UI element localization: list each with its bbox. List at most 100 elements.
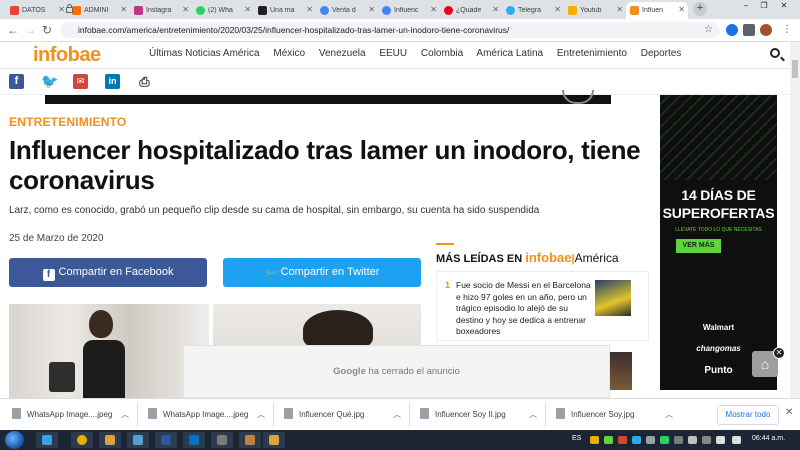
browser-tab[interactable]: (2) Wha ✕	[192, 2, 254, 19]
nav-link[interactable]: México	[273, 48, 305, 59]
browser-tab[interactable]: DATOS ✕	[6, 2, 68, 19]
chevron-up-icon[interactable]: ︿	[121, 404, 129, 426]
network-icon[interactable]	[716, 436, 725, 444]
search-icon[interactable]	[770, 48, 780, 58]
nav-link[interactable]: Últimas Noticias América	[149, 48, 260, 59]
clock[interactable]: 06:44 a.m.	[752, 435, 785, 442]
url-field[interactable]: infobae.com/america/entretenimiento/2020…	[60, 22, 720, 38]
close-window-button[interactable]: ✕	[776, 0, 792, 19]
tray-icon[interactable]	[604, 436, 613, 444]
media-icon[interactable]	[127, 432, 149, 448]
close-icon[interactable]: ✕	[773, 347, 785, 359]
tray-icon[interactable]	[618, 436, 627, 444]
minimize-button[interactable]: –	[738, 0, 754, 19]
nav-link[interactable]: Deportes	[641, 48, 682, 59]
start-button[interactable]	[5, 431, 24, 449]
share-facebook-button[interactable]: f Compartir en Facebook	[9, 258, 207, 287]
thumbnail-image[interactable]	[595, 280, 631, 316]
accent-rule	[436, 243, 454, 245]
section-label[interactable]: ENTRETENIMIENTO	[9, 115, 126, 129]
download-item[interactable]: Influencer Qué.jpg	[284, 404, 364, 426]
close-icon[interactable]: ✕	[554, 5, 561, 14]
browser-tab[interactable]: Instagra ✕	[130, 2, 192, 19]
close-icon[interactable]: ✕	[785, 407, 793, 418]
browser-tab[interactable]: Telegra ✕	[502, 2, 564, 19]
twitter-icon[interactable]: 🐦	[41, 74, 58, 89]
print-icon[interactable]: ⎙	[137, 74, 152, 89]
download-item[interactable]: Influencer Soy II.jpg	[420, 404, 506, 426]
close-icon[interactable]: ✕	[492, 5, 499, 14]
tray-icon[interactable]	[688, 436, 697, 444]
close-icon[interactable]: ✕	[120, 5, 127, 14]
tray-icon[interactable]	[674, 436, 683, 444]
close-icon[interactable]: ✕	[616, 5, 623, 14]
chrome-icon[interactable]	[71, 432, 93, 448]
maximize-button[interactable]: ❐	[756, 0, 772, 19]
extension-icon[interactable]	[726, 24, 738, 36]
ad-cta-button[interactable]: VER MÁS	[676, 239, 721, 253]
tray-icon[interactable]	[646, 436, 655, 444]
nav-link[interactable]: Colombia	[421, 48, 463, 59]
new-tab-button[interactable]: +	[693, 2, 707, 16]
thumbnail-image[interactable]	[608, 352, 632, 390]
close-icon[interactable]: ✕	[182, 5, 189, 14]
browser-tab[interactable]: ADMINI ✕	[68, 2, 130, 19]
tray-icon[interactable]	[590, 436, 599, 444]
tray-icon[interactable]	[660, 436, 669, 444]
close-icon[interactable]: ✕	[430, 5, 437, 14]
scrollbar[interactable]	[790, 42, 800, 398]
browser-tab[interactable]: Venta d ✕	[316, 2, 378, 19]
nav-link[interactable]: América Latina	[476, 48, 543, 59]
chevron-up-icon[interactable]: ︿	[529, 404, 537, 426]
menu-icon[interactable]: ⋮	[782, 23, 792, 37]
star-icon[interactable]: ☆	[704, 23, 713, 37]
dispenser-shape	[49, 362, 75, 392]
top-ad-banner[interactable]	[45, 95, 611, 104]
volume-icon[interactable]	[732, 436, 741, 444]
download-item[interactable]: WhatsApp Image....jpeg	[12, 404, 112, 426]
share-twitter-button[interactable]: 🐦 Compartir en Twitter	[223, 258, 421, 287]
app-icon[interactable]	[211, 432, 233, 448]
tray-icon[interactable]	[632, 436, 641, 444]
avatar[interactable]	[760, 24, 772, 36]
chevron-up-icon[interactable]: ︿	[393, 404, 401, 426]
puzzle-icon[interactable]	[743, 24, 755, 36]
close-icon[interactable]: ✕	[678, 5, 685, 14]
most-read-headline[interactable]: Fue socio de Messi en el Barcelona e hiz…	[456, 280, 591, 338]
whatsapp-icon	[196, 6, 205, 15]
linkedin-icon[interactable]: in	[105, 74, 120, 89]
close-icon[interactable]: ✕	[306, 5, 313, 14]
nav-link[interactable]: EEUU	[379, 48, 407, 59]
nav-link[interactable]: Entretenimiento	[557, 48, 627, 59]
nav-link[interactable]: Venezuela	[319, 48, 366, 59]
scrollbar-thumb[interactable]	[792, 60, 798, 78]
download-item[interactable]: Influencer Soy.jpg	[556, 404, 634, 426]
article-image[interactable]	[9, 304, 209, 400]
browser-tab[interactable]: Influenc ✕	[378, 2, 440, 19]
browser-tab-active[interactable]: Influen ✕	[626, 2, 688, 19]
close-icon[interactable]: ✕	[368, 5, 375, 14]
language-indicator[interactable]: ES	[572, 435, 581, 442]
explorer-icon[interactable]	[99, 432, 121, 448]
ie-icon[interactable]	[36, 432, 58, 448]
browser-tab[interactable]: Youtub ✕	[564, 2, 626, 19]
browser-tab[interactable]: ¿Quade ✕	[440, 2, 502, 19]
browser-tab[interactable]: Una ma ✕	[254, 2, 316, 19]
reload-icon[interactable]: ↻	[42, 23, 52, 37]
chevron-up-icon[interactable]: ︿	[257, 404, 265, 426]
app-icon[interactable]	[263, 432, 285, 448]
app-icon[interactable]	[239, 432, 261, 448]
word-icon[interactable]	[155, 432, 177, 448]
tray-icon[interactable]	[702, 436, 711, 444]
close-icon[interactable]: ✕	[58, 5, 65, 14]
close-icon[interactable]: ✕	[244, 5, 251, 14]
forward-icon[interactable]: →	[24, 23, 36, 37]
chevron-up-icon[interactable]: ︿	[665, 404, 673, 426]
download-item[interactable]: WhatsApp Image....jpeg	[148, 404, 248, 426]
site-logo[interactable]: infobae	[33, 44, 101, 67]
outlook-icon[interactable]	[183, 432, 205, 448]
show-all-downloads-button[interactable]: Mostrar todo	[717, 405, 779, 425]
email-icon[interactable]: ✉	[73, 74, 88, 89]
back-icon[interactable]: ←	[7, 23, 19, 37]
facebook-icon[interactable]: f	[9, 74, 24, 89]
